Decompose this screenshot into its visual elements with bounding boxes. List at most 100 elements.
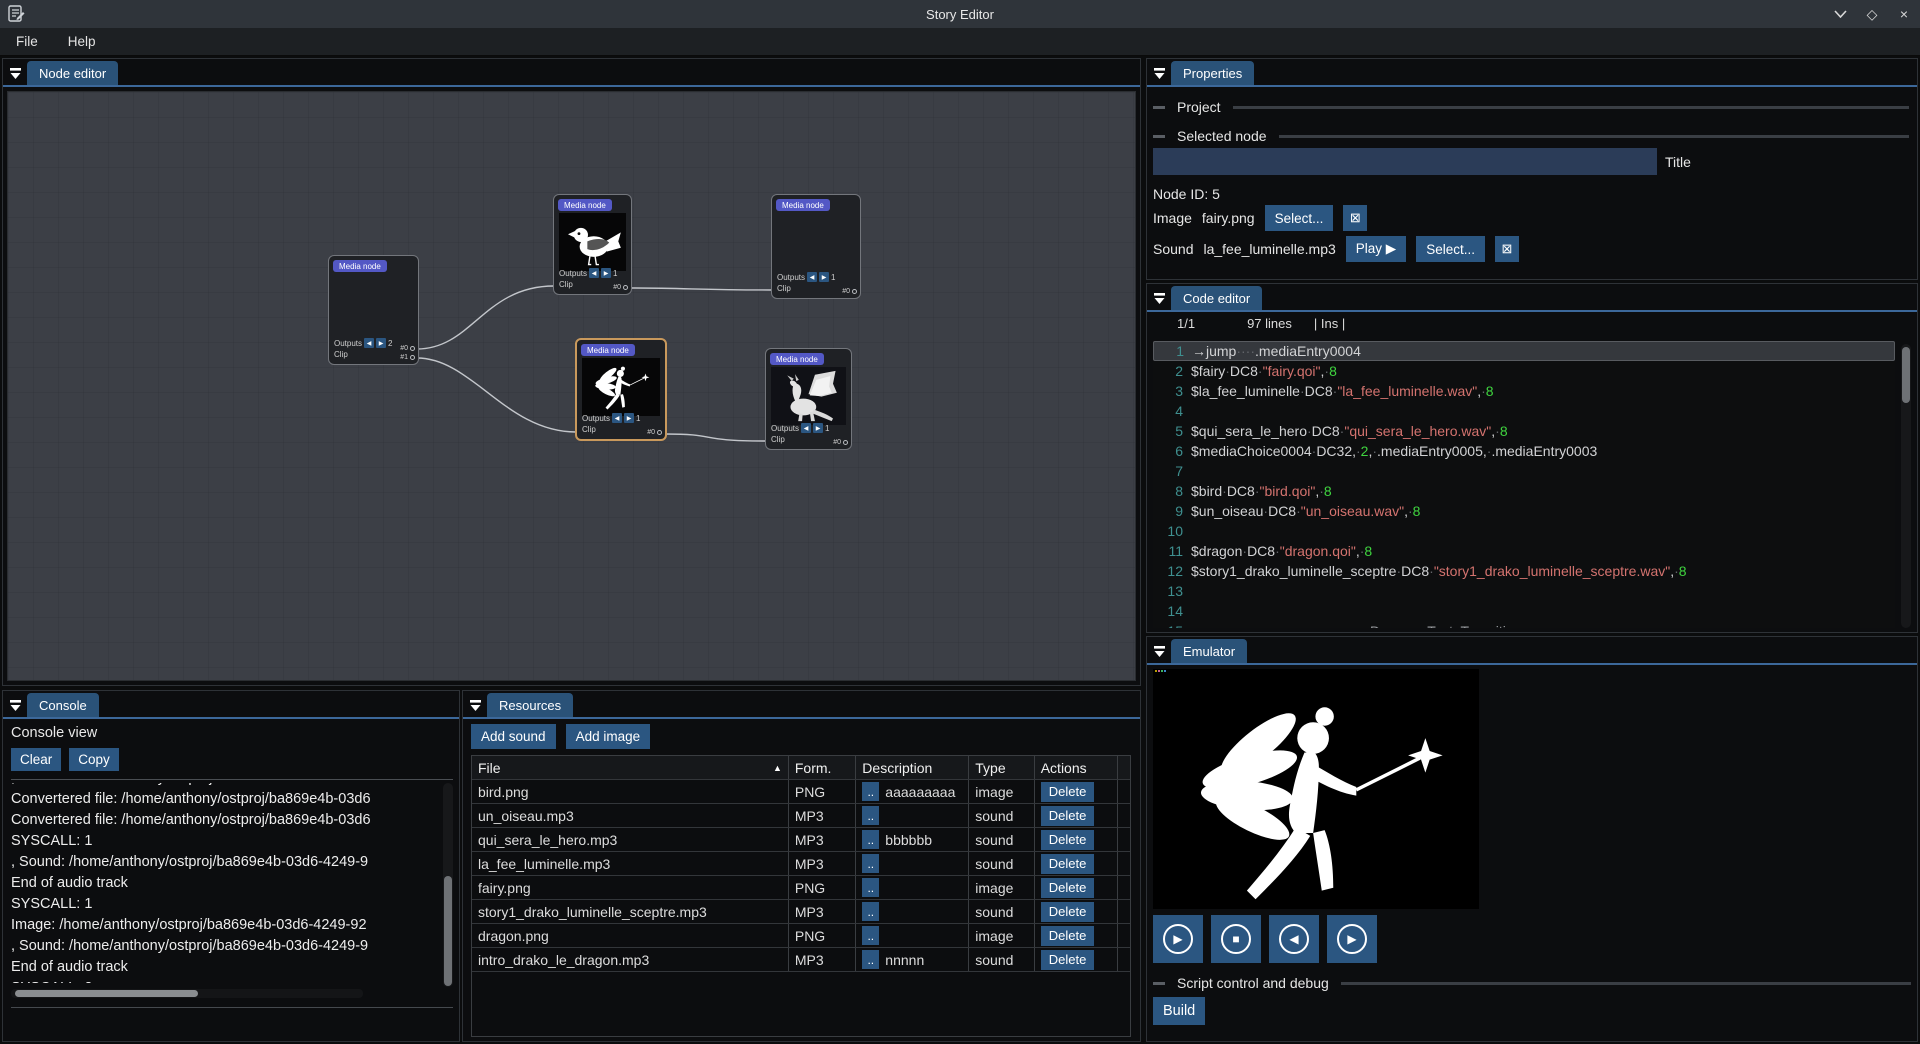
tab-emulator[interactable]: Emulator [1171, 639, 1247, 663]
table-row[interactable]: bird.pngPNG..aaaaaaaaaimageDelete [472, 780, 1130, 804]
panel-collapse-button[interactable] [1147, 61, 1171, 85]
sound-clear-button[interactable]: ⊠ [1495, 236, 1519, 262]
code-line[interactable]: 8$bird·DC8·"bird.qoi",·8 [1153, 481, 1895, 501]
outputs-increase-button[interactable]: ▶ [813, 423, 823, 433]
console-horizontal-scrollbar[interactable] [11, 989, 363, 998]
tab-properties[interactable]: Properties [1171, 61, 1254, 85]
edit-description-button[interactable]: .. [862, 950, 879, 969]
delete-button[interactable]: Delete [1041, 878, 1095, 898]
edit-description-button[interactable]: .. [862, 902, 879, 921]
outputs-increase-button[interactable]: ▶ [376, 338, 386, 348]
tab-resources[interactable]: Resources [487, 693, 573, 717]
code-line[interactable]: 11$dragon·DC8·"dragon.qoi",·8 [1153, 541, 1895, 561]
edit-description-button[interactable]: .. [862, 806, 879, 825]
column-file[interactable]: File▲ [472, 756, 789, 779]
code-vertical-scrollbar[interactable] [1901, 344, 1911, 628]
image-clear-button[interactable]: ⊠ [1343, 205, 1367, 231]
delete-button[interactable]: Delete [1041, 854, 1095, 874]
edit-description-button[interactable]: .. [862, 854, 879, 873]
code-line[interactable]: 7 [1153, 461, 1895, 481]
edit-description-button[interactable]: .. [862, 878, 879, 897]
step-forward-button[interactable]: ▶ [1327, 915, 1377, 963]
code-line[interactable]: 15 Dragon Text Transition [1153, 621, 1895, 628]
outputs-decrease-button[interactable]: ◀ [807, 272, 817, 282]
sound-select-button[interactable]: Select... [1416, 236, 1485, 262]
code-line[interactable]: 10 [1153, 521, 1895, 541]
step-back-button[interactable]: ◀ [1269, 915, 1319, 963]
add-sound-button[interactable]: Add sound [471, 724, 556, 749]
table-row[interactable]: un_oiseau.mp3MP3..soundDelete [472, 804, 1130, 828]
table-row[interactable]: dragon.pngPNG..imageDelete [472, 924, 1130, 948]
column-actions[interactable]: Actions [1035, 756, 1118, 779]
copy-button[interactable]: Copy [69, 748, 119, 771]
outputs-decrease-button[interactable]: ◀ [801, 423, 811, 433]
stop-button[interactable]: ■ [1211, 915, 1261, 963]
output-port[interactable]: #0 [647, 429, 662, 436]
tab-console[interactable]: Console [27, 693, 99, 717]
code-line[interactable]: 9$un_oiseau·DC8·"un_oiseau.wav",·8 [1153, 501, 1895, 521]
tab-node-editor[interactable]: Node editor [27, 61, 118, 85]
table-row[interactable]: fairy.pngPNG..imageDelete [472, 876, 1130, 900]
minimize-button[interactable] [1832, 6, 1848, 22]
code-line[interactable]: 3$la_fee_luminelle·DC8·"la_fee_luminelle… [1153, 381, 1895, 401]
outputs-decrease-button[interactable]: ◀ [612, 413, 622, 423]
node-start[interactable]: Media nodeOutputs◀▶2Clip#0#1 [328, 255, 419, 365]
delete-button[interactable]: Delete [1041, 926, 1095, 946]
node-dragon[interactable]: Media nodeOutputs◀▶1Clip#0 [765, 348, 852, 450]
code-line[interactable]: 5$qui_sera_le_hero·DC8·"qui_sera_le_hero… [1153, 421, 1895, 441]
outputs-decrease-button[interactable]: ◀ [589, 268, 599, 278]
play-button[interactable]: ▶ [1153, 915, 1203, 963]
clear-button[interactable]: Clear [11, 748, 61, 771]
code-line[interactable]: 6$mediaChoice0004·DC32,·2,·.mediaEntry00… [1153, 441, 1895, 461]
menu-help[interactable]: Help [64, 31, 100, 52]
node-fairy[interactable]: Media nodeOutputs◀▶1Clip#0 [575, 338, 667, 441]
console-vertical-scrollbar[interactable] [443, 783, 453, 987]
edit-description-button[interactable]: .. [862, 830, 879, 849]
table-row[interactable]: la_fee_luminelle.mp3MP3..soundDelete [472, 852, 1130, 876]
output-port[interactable]: #0 [842, 288, 857, 295]
maximize-button[interactable]: ◇ [1864, 6, 1880, 22]
close-button[interactable]: × [1896, 6, 1912, 22]
code-line[interactable]: 14 [1153, 601, 1895, 621]
outputs-increase-button[interactable]: ▶ [624, 413, 634, 423]
code-line[interactable]: 4 [1153, 401, 1895, 421]
column-form[interactable]: Form. [789, 756, 856, 779]
output-port[interactable]: #1 [400, 354, 415, 361]
sound-play-button[interactable]: Play ▶ [1346, 236, 1406, 262]
panel-collapse-button[interactable] [1147, 639, 1171, 663]
column-type[interactable]: Type [969, 756, 1034, 779]
outputs-increase-button[interactable]: ▶ [601, 268, 611, 278]
delete-button[interactable]: Delete [1041, 950, 1095, 970]
delete-button[interactable]: Delete [1041, 830, 1095, 850]
output-port[interactable]: #0 [400, 345, 415, 352]
table-row[interactable]: qui_sera_le_hero.mp3MP3..bbbbbbsoundDele… [472, 828, 1130, 852]
delete-button[interactable]: Delete [1041, 902, 1095, 922]
outputs-decrease-button[interactable]: ◀ [364, 338, 374, 348]
code-line[interactable]: 12$story1_drako_luminelle_sceptre·DC8·"s… [1153, 561, 1895, 581]
node-bird[interactable]: Media nodeOutputs◀▶1Clip#0 [553, 194, 632, 295]
table-row[interactable]: story1_drako_luminelle_sceptre.mp3MP3..s… [472, 900, 1130, 924]
panel-collapse-button[interactable] [463, 693, 487, 717]
code-line[interactable]: 1→jump····.mediaEntry0004 [1153, 341, 1895, 361]
node-graph-canvas[interactable]: Media nodeOutputs◀▶2Clip#0#1Media nodeOu… [7, 91, 1136, 681]
delete-button[interactable]: Delete [1041, 806, 1095, 826]
outputs-increase-button[interactable]: ▶ [819, 272, 829, 282]
column-description[interactable]: Description [856, 756, 969, 779]
image-select-button[interactable]: Select... [1265, 205, 1334, 231]
edit-description-button[interactable]: .. [862, 782, 879, 801]
node-choice[interactable]: Media nodeOutputs◀▶1Clip#0 [771, 194, 861, 299]
edit-description-button[interactable]: .. [862, 926, 879, 945]
code-text-area[interactable]: 1→jump····.mediaEntry00042$fairy·DC8·"fa… [1153, 341, 1895, 628]
output-port[interactable]: #0 [833, 439, 848, 446]
panel-collapse-button[interactable] [1147, 286, 1171, 310]
title-input[interactable] [1153, 148, 1657, 175]
console-log[interactable]: , Sound: /home/anthony/ostproj/ba869e4b-… [11, 783, 441, 983]
add-image-button[interactable]: Add image [566, 724, 651, 749]
delete-button[interactable]: Delete [1041, 782, 1095, 802]
code-line[interactable]: 13 [1153, 581, 1895, 601]
code-line[interactable]: 2$fairy·DC8·"fairy.qoi",·8 [1153, 361, 1895, 381]
tab-code-editor[interactable]: Code editor [1171, 286, 1262, 310]
menu-file[interactable]: File [12, 31, 42, 52]
panel-collapse-button[interactable] [3, 693, 27, 717]
panel-collapse-button[interactable] [3, 61, 27, 85]
